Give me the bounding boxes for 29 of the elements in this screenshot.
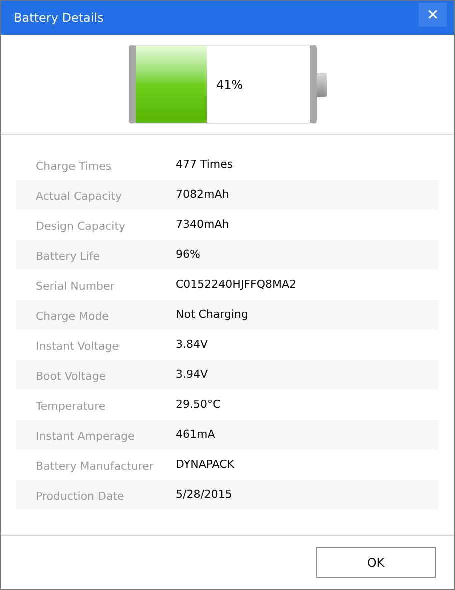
detail-value: 7082mAh xyxy=(176,186,230,203)
detail-value: 96% xyxy=(176,246,200,263)
detail-value: Not Charging xyxy=(176,306,248,323)
detail-label: Instant Amperage xyxy=(35,430,135,443)
detail-label: Instant Voltage xyxy=(35,340,120,353)
detail-label: Serial Number xyxy=(35,280,115,293)
detail-value: 7340mAh xyxy=(176,216,230,233)
detail-value: 461mA xyxy=(176,426,216,443)
close-button[interactable]: ✕ xyxy=(419,3,447,27)
detail-value: 5/28/2015 xyxy=(176,486,232,503)
detail-label: Battery Life xyxy=(35,250,100,263)
ok-button[interactable]: OK xyxy=(316,547,436,578)
detail-label: Charge Times xyxy=(35,160,112,173)
detail-label: Design Capacity xyxy=(35,220,126,233)
detail-label: Production Date xyxy=(35,490,124,503)
detail-value: 3.94V xyxy=(176,366,208,383)
detail-value: 29.50°C xyxy=(176,396,221,413)
detail-label: Battery Manufacturer xyxy=(35,460,154,473)
detail-label: Temperature xyxy=(35,400,106,413)
window-title: Battery Details xyxy=(14,10,104,27)
detail-value: C0152240HJFFQ8MA2 xyxy=(176,276,297,293)
charge-percentage: 41% xyxy=(216,77,244,94)
detail-value: DYNAPACK xyxy=(176,456,234,473)
detail-label: Boot Voltage xyxy=(35,370,106,383)
detail-label: Charge Mode xyxy=(35,310,109,323)
detail-value: 477 Times xyxy=(176,156,234,173)
detail-label: Actual Capacity xyxy=(35,190,122,203)
detail-value: 3.84V xyxy=(176,336,208,353)
battery-terminal xyxy=(316,72,326,96)
